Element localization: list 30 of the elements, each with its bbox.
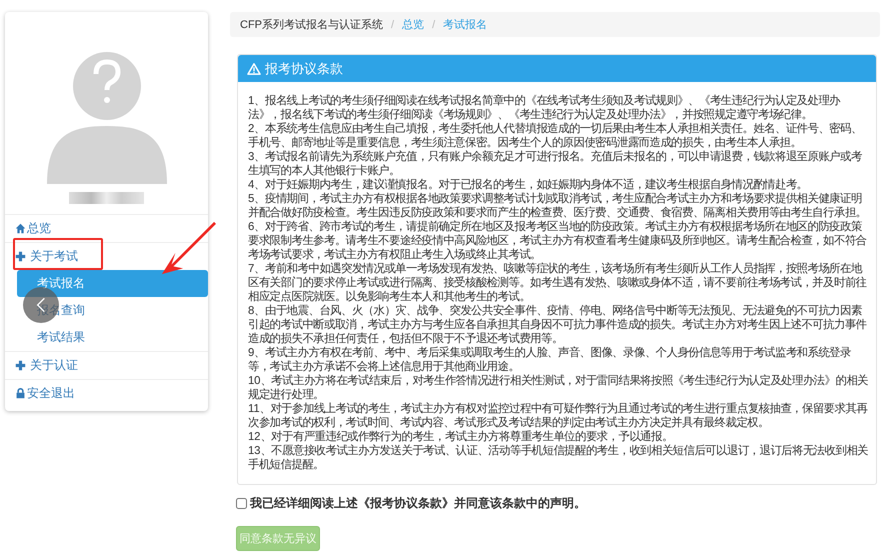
warning-icon: [247, 62, 261, 74]
menu-item[interactable]: 安全退出: [5, 379, 208, 407]
menu-item[interactable]: 关于认证: [5, 351, 208, 379]
terms-paragraph: 8、由于地震、台风、火（水）灾、战争、突发公共安全事件、疫情、停电、网络信号中断等无法预见、无法避免的不可抗力因素引起的考试中断或取消，考试主办方与考生应各自承担其自身因不可抗力事件造成的损失。考试主办方对考生因上述不可抗力事件造成的损失不承担任何责任，包括但不限于不予退还考试费用等。: [248, 304, 868, 346]
terms-paragraph: 4、对于妊娠期内考生，建议谨慎报名。对于已报名的考生，如妊娠期内身体不适，建议考生根据自身情况酌情赴考。: [248, 178, 809, 192]
terms-paragraph: 3、考试报名前请先为系统账户充值，只有账户余额充足才可进行报名。充值后未报名的，可以申请退费，钱款将退至原账户或考生填写的本人其他银行卡账户。: [248, 150, 863, 178]
terms-paragraph: 11、对于参加线上考试的考生，考试主办方有权对监控过程中有可疑作弊行为且通过考试的考生进行重点复核抽查，保留要求其再次参加考试的权利，考试时间、考试内容、考试形式及考试结果的判定由考试主办方决定并具有最终裁定权。: [248, 402, 868, 430]
terms-paragraph: 5、疫情期间，考试主办方有权根据各地政策要求调整考试计划或取消考试，考生应配合考试主办方和考场要求提供相关健康证明并配合做好防疫检查。考生因违反防疫政策和要求而产生的检查费、医疗费、交通费、食宿费、隔离相关费用等由考生自行承担。: [248, 192, 868, 220]
agree-checkbox[interactable]: [236, 498, 247, 509]
terms-paragraph: 1、报名线上考试的考生须仔细阅读在线考试报名简章中的《在线考试考生须知及考试规则》、《考生违纪行为认定及处理办法》，报名线下考试的考生须仔细阅读《考场规则》、《考生违纪行为认定及处理办法》，并按照规定遵守考场纪律。: [248, 94, 842, 122]
agree-label: 我已经详细阅读上述《报考协议条款》并同意该条款中的声明。: [250, 495, 586, 512]
home-icon: [15, 223, 26, 234]
breadcrumb-link[interactable]: 总览: [402, 17, 424, 32]
terms-paragraph: 6、对于跨省、跨市考试的考生，请提前确定所在地区及报考考区当地的防疫政策。考试主办方有权根据考场所在地区的防疫政策要求限制考生参考。请考生不要途经疫情中高风险地区，考试主办方有权查看考生健康码及所到地区。请考生配合检查，如不符合考场考试要求，考试主办方有权阻止考生入场或终止其考试。: [248, 220, 868, 262]
menu-item[interactable]: 考试结果: [17, 324, 208, 351]
terms-paragraph: 10、考试主办方将在考试结束后，对考生作答情况进行相关性测试，对于雷同结果将按照《考生违纪行为认定及处理办法》的相关规定进行处理。: [248, 374, 868, 402]
menu-item[interactable]: 考试报名: [17, 270, 208, 297]
plus-icon: [15, 251, 26, 262]
terms-paragraph: 12、对于有严重违纪或作弊行为的考生，考试主办方将尊重考生单位的要求，予以通报。: [248, 430, 674, 444]
terms-paragraph: 7、考前和考中如遇突发情况或单一考场发现有发热、咳嗽等症状的考生，该考场所有考生须听从工作人员指挥，按照考场所在地区有关部门的要求停止考试或进行隔离、接受核酸检测等。如考生遇有发热、咳嗽或身体不适，请不要前往考场考试，并及时前往相应定点医院就医。以免影响考生本人和其他考生的考试。: [248, 262, 868, 304]
breadcrumb-separator: /: [391, 18, 394, 30]
terms-paragraph: 9、考试主办方有权在考前、考中、考后采集或调取考生的人脸、声音、图像、录像、个人身份信息等用于考试监考和系统登录等，考试主办方承诺不会将上述信息用于其他商业用途。: [248, 346, 852, 374]
plus-icon: [15, 360, 26, 371]
breadcrumb-text: CFP系列考试报名与认证系统: [240, 18, 383, 32]
breadcrumb-separator: /: [432, 18, 436, 30]
terms-paragraph: 13、不愿意接收考试主办方发送关于考试、认证、活动等手机短信提醒的考生，收到相关短信后可以退订，退订后将无法收到相关手机短信提醒。: [248, 444, 868, 472]
lock-icon: [15, 388, 26, 399]
panel-title: 报考协议条款: [265, 60, 343, 78]
terms-paragraph: 2、本系统考生信息应由考生自己填报，考生委托他人代替填报造成的一切后果由考生本人承担相关责任。姓名、证件号、密码、手机号、邮寄地址等是重要信息，考生须注意保密。因考生个人的原因使密码泄露而造成的损失，由考生本人承担。: [248, 122, 863, 150]
breadcrumb-link[interactable]: 考试报名: [443, 17, 488, 32]
